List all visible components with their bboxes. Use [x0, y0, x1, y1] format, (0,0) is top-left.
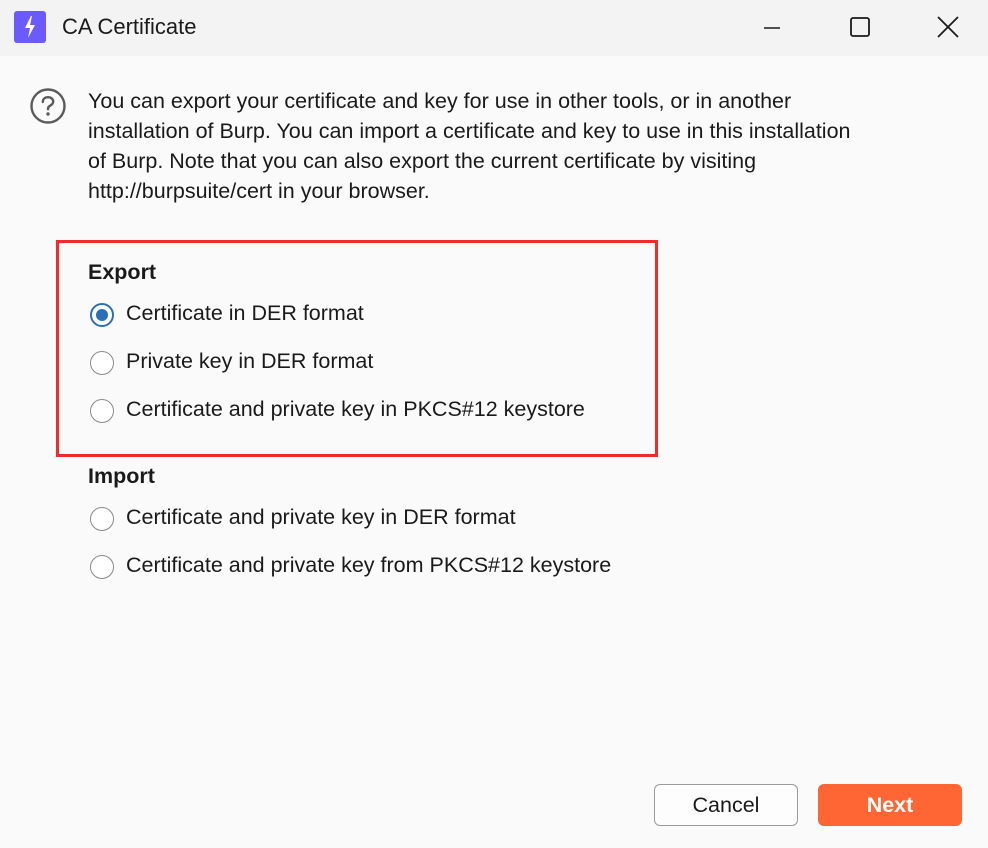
radio-label: Certificate and private key in DER forma… — [126, 505, 516, 529]
radio-label: Certificate and private key from PKCS#12… — [126, 553, 612, 577]
radio-button[interactable] — [90, 555, 114, 579]
radio-button[interactable] — [90, 399, 114, 423]
maximize-icon — [850, 17, 870, 37]
info-text: You can export your certificate and key … — [88, 86, 968, 206]
maximize-button[interactable] — [830, 0, 890, 56]
title-bar[interactable]: CA Certificate — [0, 0, 988, 56]
minimize-icon — [764, 27, 780, 29]
window-title: CA Certificate — [62, 14, 197, 39]
radio-button[interactable] — [90, 507, 114, 531]
info-line: http://burpsuite/cert in your browser. — [88, 179, 430, 203]
next-button[interactable]: Next — [818, 784, 962, 826]
radio-button-selected[interactable] — [90, 303, 114, 327]
close-icon — [937, 16, 959, 38]
info-line: installation of Burp. You can import a c… — [88, 119, 851, 143]
minimize-button[interactable] — [742, 0, 802, 56]
question-circle-icon — [30, 88, 66, 124]
burp-lightning-icon — [14, 11, 46, 43]
info-line: of Burp. Note that you can also export t… — [88, 149, 757, 173]
info-line: You can export your certificate and key … — [88, 89, 792, 113]
radio-label: Certificate and private key in PKCS#12 k… — [126, 397, 585, 421]
import-heading: Import — [88, 464, 155, 488]
radio-button[interactable] — [90, 351, 114, 375]
cancel-button[interactable]: Cancel — [654, 784, 798, 826]
export-heading: Export — [88, 260, 157, 284]
radio-label: Certificate in DER format — [126, 301, 364, 325]
radio-label: Private key in DER format — [126, 349, 374, 373]
close-button[interactable] — [918, 0, 978, 56]
ca-certificate-dialog: CA Certificate You can export your certi… — [0, 0, 988, 848]
